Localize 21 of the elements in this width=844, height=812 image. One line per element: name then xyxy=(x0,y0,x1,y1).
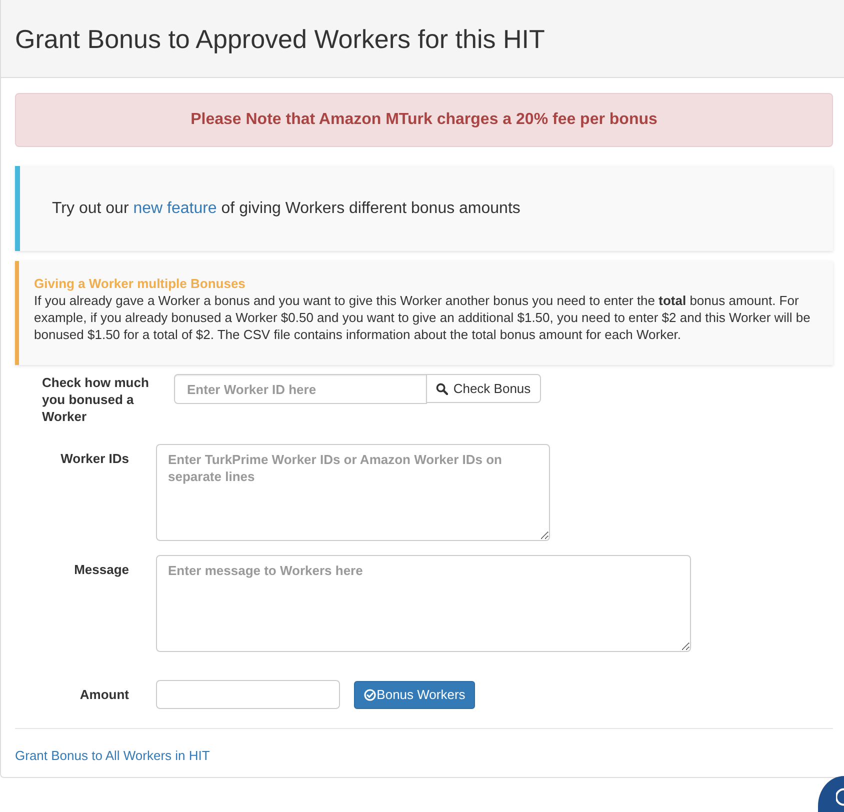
field-label: Worker IDs xyxy=(60,450,129,467)
worker-ids-field[interactable]: Enter TurkPrime Worker IDs or Amazon Worker IDs on separate lines xyxy=(156,444,550,541)
worker-id-field[interactable]: Enter Worker ID here xyxy=(174,374,427,404)
check-circle-icon xyxy=(364,688,376,700)
callout-text: Try out our new feature of giving Workers different bonus amounts xyxy=(52,198,520,218)
fee-alert: Please Note that Amazon MTurk charges a 20% fee per bonus xyxy=(15,93,833,147)
field-label: Amount xyxy=(78,686,129,703)
field-label: Message xyxy=(73,561,129,578)
message-field[interactable]: Enter message to Workers here xyxy=(156,555,691,652)
field-label: Check how much you bonused a Worker xyxy=(42,374,150,425)
callout-title: Giving a Worker multiple Bonuses xyxy=(34,275,246,292)
feature-link[interactable]: new feature xyxy=(133,200,217,216)
search-icon xyxy=(436,382,448,394)
check-bonus-button[interactable]: Check Bonus xyxy=(426,374,541,403)
page-title: Grant Bonus to Approved Workers for this HIT xyxy=(15,24,545,54)
grant-all-link[interactable]: Grant Bonus to All Workers in HIT xyxy=(15,747,210,764)
bonus-workers-button[interactable]: Bonus Workers xyxy=(354,680,475,708)
chat-button[interactable] xyxy=(818,776,844,812)
ring-icon xyxy=(836,788,844,806)
amount-field[interactable] xyxy=(156,680,340,709)
callout-text: If you already gave a Worker a bonus and you want to give this Worker another bonus you need to enter the total bonus amount. For example, if you already bonused a Worker $0.50 and you want to give an additional $1.50, you need to enter $2 and this Worker will be bonused $1.50 for a total of $2. The CSV file contains information about the total bonus amount for each Worker. xyxy=(34,292,812,343)
